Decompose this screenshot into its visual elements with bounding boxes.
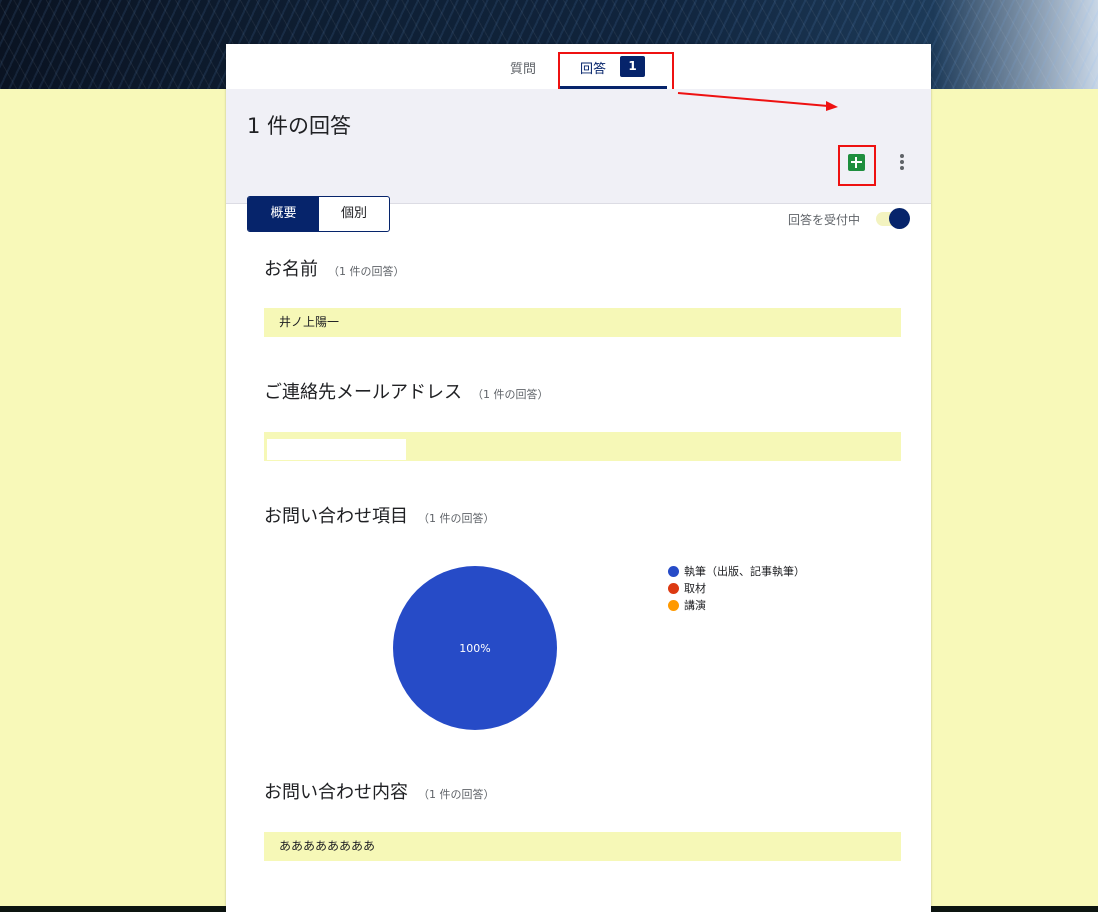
accepting-toggle-knob[interactable] bbox=[889, 208, 910, 229]
question-response-count: （1 件の回答） bbox=[328, 265, 405, 278]
tab-questions[interactable]: 質問 bbox=[510, 58, 536, 77]
question-title-text: お名前 bbox=[264, 259, 318, 280]
question-title-text: お問い合わせ項目 bbox=[264, 506, 408, 527]
individual-button[interactable]: 個別 bbox=[319, 197, 389, 231]
legend-item: 執筆（出版、記事執筆） bbox=[668, 563, 805, 580]
answer-row: 井ノ上陽一 bbox=[264, 308, 901, 337]
view-toggle: 概要 個別 bbox=[247, 196, 390, 232]
chart-legend: 執筆（出版、記事執筆） 取材 講演 bbox=[668, 563, 805, 614]
answer-row bbox=[264, 432, 901, 461]
question-title: ご連絡先メールアドレス （1 件の回答） bbox=[264, 378, 549, 404]
question-title-text: ご連絡先メールアドレス bbox=[264, 382, 462, 403]
pie-slice-label: 100% bbox=[459, 642, 490, 655]
form-tabs: 質問 回答 1 bbox=[226, 44, 931, 93]
legend-dot bbox=[668, 583, 679, 594]
form-card: 質問 回答 1 1 件の回答 概要 個別 回答を受付中 お名前 （1 件の回答） … bbox=[226, 44, 931, 912]
accepting-responses-label: 回答を受付中 bbox=[788, 213, 861, 227]
question-title: お問い合わせ内容 （1 件の回答） bbox=[264, 778, 495, 804]
responses-summary-header: 1 件の回答 概要 個別 回答を受付中 bbox=[226, 89, 931, 232]
question-title: お名前 （1 件の回答） bbox=[264, 255, 405, 281]
legend-label: 執筆（出版、記事執筆） bbox=[684, 565, 805, 578]
question-response-count: （1 件の回答） bbox=[418, 512, 495, 525]
highlight-box-sheets bbox=[838, 145, 876, 186]
legend-item: 取材 bbox=[668, 580, 805, 597]
question-response-count: （1 件の回答） bbox=[472, 388, 549, 401]
legend-item: 講演 bbox=[668, 597, 805, 614]
legend-dot bbox=[668, 600, 679, 611]
responses-title: 1 件の回答 bbox=[247, 114, 352, 138]
redacted-email bbox=[267, 439, 406, 460]
answer-row: ああああああああ bbox=[264, 832, 901, 861]
answer-text: ああああああああ bbox=[279, 839, 376, 853]
highlight-box-responses-tab bbox=[558, 52, 674, 93]
question-title-text: お問い合わせ内容 bbox=[264, 782, 408, 803]
legend-label: 取材 bbox=[684, 582, 706, 595]
overview-button[interactable]: 概要 bbox=[248, 197, 319, 231]
legend-dot bbox=[668, 566, 679, 577]
question-title: お問い合わせ項目 （1 件の回答） bbox=[264, 502, 495, 528]
question-response-count: （1 件の回答） bbox=[418, 788, 495, 801]
legend-label: 講演 bbox=[684, 599, 706, 612]
more-vert-icon[interactable] bbox=[897, 154, 907, 174]
pie-chart: 100% bbox=[393, 566, 557, 730]
answer-text: 井ノ上陽一 bbox=[279, 315, 340, 329]
